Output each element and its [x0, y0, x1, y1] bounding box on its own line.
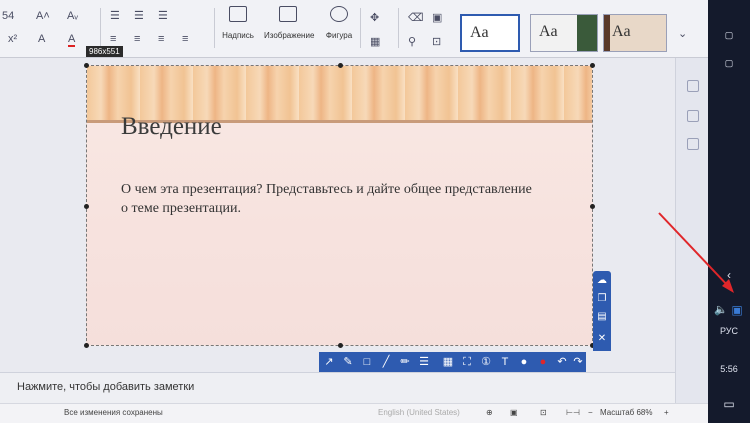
capture-size-label: 986x551: [86, 46, 123, 57]
text-highlight-icon[interactable]: A: [38, 33, 45, 45]
fit-slide-icon[interactable]: ⊡: [540, 408, 547, 417]
image-icon: [279, 6, 297, 22]
globe-icon[interactable]: ⊕: [486, 408, 493, 417]
taskbar-app-icon[interactable]: ▢: [708, 30, 750, 41]
windows-taskbar: ▢ ▢ ‹ 🔈 ▣ РУС 5:56 ▭: [708, 0, 750, 423]
line-spacing-icon[interactable]: ≡: [182, 33, 188, 45]
fit-width-icon[interactable]: ⊢⊣: [566, 408, 580, 417]
shape-settings-icon[interactable]: [687, 138, 699, 150]
upload-cloud-icon[interactable]: ☁: [596, 275, 608, 287]
crop-icon[interactable]: ⊡: [432, 36, 441, 48]
align-right-icon[interactable]: ≡: [158, 33, 164, 45]
eraser-icon[interactable]: ⌫: [408, 12, 424, 24]
copy-icon[interactable]: ❐: [596, 293, 608, 305]
clock-time[interactable]: 5:56: [708, 364, 750, 374]
capture-annotation-toolbar: ↗ ✎ □ ╱ ✏ ☰ ▦ ⛶ ① T ● ● ↶ ↷: [319, 352, 586, 372]
line-tool-icon[interactable]: ╱: [379, 355, 393, 369]
color-drop-icon[interactable]: ●: [517, 355, 531, 369]
increase-font-icon[interactable]: A˄: [36, 10, 50, 22]
resize-handle-right[interactable]: [590, 204, 595, 209]
slide-settings-icon[interactable]: [687, 80, 699, 92]
resize-handle-top[interactable]: [338, 63, 343, 68]
marker-tool-icon[interactable]: ✎: [341, 355, 355, 369]
language-status[interactable]: English (United States): [378, 408, 460, 417]
notes-placeholder: Нажмите, чтобы добавить заметки: [17, 381, 195, 393]
resize-handle-left[interactable]: [84, 204, 89, 209]
arrange-icon[interactable]: ✥: [370, 12, 379, 24]
save-icon[interactable]: ▤: [596, 311, 608, 323]
font-format-icon[interactable]: Aᵥ: [67, 10, 78, 22]
bullet-list-icon[interactable]: ☰: [110, 10, 120, 22]
arrow-tool-icon[interactable]: ↗: [322, 355, 336, 369]
blur-tool-icon[interactable]: ▦: [441, 355, 455, 369]
notifications-icon[interactable]: ▭: [708, 397, 750, 411]
indent-icon[interactable]: ☰: [158, 10, 168, 22]
side-panel: [675, 58, 708, 403]
slide-canvas[interactable]: Введение О чем эта презентация? Представ…: [84, 63, 595, 348]
textbox-icon: [229, 6, 247, 22]
screenshot-app-icon[interactable]: ▣: [716, 303, 750, 317]
resize-handle-bottom-left[interactable]: [84, 343, 89, 348]
status-bar: Все изменения сохранены English (United …: [0, 403, 708, 423]
color-picker-red-icon[interactable]: ●: [536, 355, 550, 369]
spellcheck-icon[interactable]: ▣: [510, 408, 518, 417]
fill-icon[interactable]: ▣: [432, 12, 442, 24]
theme-option-brown[interactable]: Aa: [603, 14, 667, 52]
chevron-up-icon[interactable]: ‹: [708, 268, 750, 282]
redo-icon[interactable]: ↷: [571, 355, 585, 369]
rectangle-tool-icon[interactable]: □: [360, 355, 374, 369]
insert-textbox-button[interactable]: Надпись: [214, 6, 262, 43]
input-language[interactable]: РУС: [708, 326, 750, 336]
group-icon[interactable]: ▦: [370, 36, 380, 48]
resize-handle-top-left[interactable]: [84, 63, 89, 68]
superscript-icon[interactable]: x²: [8, 33, 17, 45]
themes-more-icon[interactable]: ⌄: [678, 28, 687, 40]
taskbar-app-icon-2[interactable]: ▢: [708, 58, 750, 69]
align-left-icon[interactable]: ≡: [110, 33, 116, 45]
theme-option-default[interactable]: Aa: [460, 14, 520, 52]
theme-option-green[interactable]: Aa: [530, 14, 598, 52]
text-lines-tool-icon[interactable]: ☰: [417, 355, 431, 369]
insert-image-button[interactable]: Изображение: [264, 6, 314, 43]
crop-tool-icon[interactable]: ⛶: [460, 355, 474, 369]
notes-pane[interactable]: Нажмите, чтобы добавить заметки: [0, 372, 675, 403]
paragraph-settings-icon[interactable]: [687, 110, 699, 122]
font-color-icon[interactable]: A: [68, 33, 76, 47]
zoom-in-icon[interactable]: +: [664, 408, 669, 417]
zoom-level: Масштаб 68%: [600, 408, 653, 417]
zoom-out-icon[interactable]: −: [588, 408, 593, 417]
close-capture-icon[interactable]: ✕: [596, 333, 608, 345]
undo-icon[interactable]: ↶: [555, 355, 569, 369]
save-status-text: Все изменения сохранены: [64, 408, 163, 417]
pen-tool-icon[interactable]: ✏: [398, 355, 412, 369]
align-center-icon[interactable]: ≡: [134, 33, 140, 45]
capture-side-toolbar: ☁ ❐ ▤ ✕: [593, 271, 611, 351]
slide-body-text[interactable]: О чем эта презентация? Представьтесь и д…: [121, 180, 541, 218]
resize-handle-bottom[interactable]: [338, 343, 343, 348]
numbered-list-icon[interactable]: ☰: [134, 10, 144, 22]
step-number-tool-icon[interactable]: ①: [479, 355, 493, 369]
text-tool-icon[interactable]: T: [498, 355, 512, 369]
insert-shape-button[interactable]: Фигура: [315, 6, 363, 43]
resize-handle-top-right[interactable]: [590, 63, 595, 68]
format-painter-icon[interactable]: ⚲: [408, 36, 416, 48]
font-size-field[interactable]: 54: [2, 10, 14, 22]
shape-icon: [330, 6, 348, 22]
slide-title[interactable]: Введение: [121, 113, 222, 141]
